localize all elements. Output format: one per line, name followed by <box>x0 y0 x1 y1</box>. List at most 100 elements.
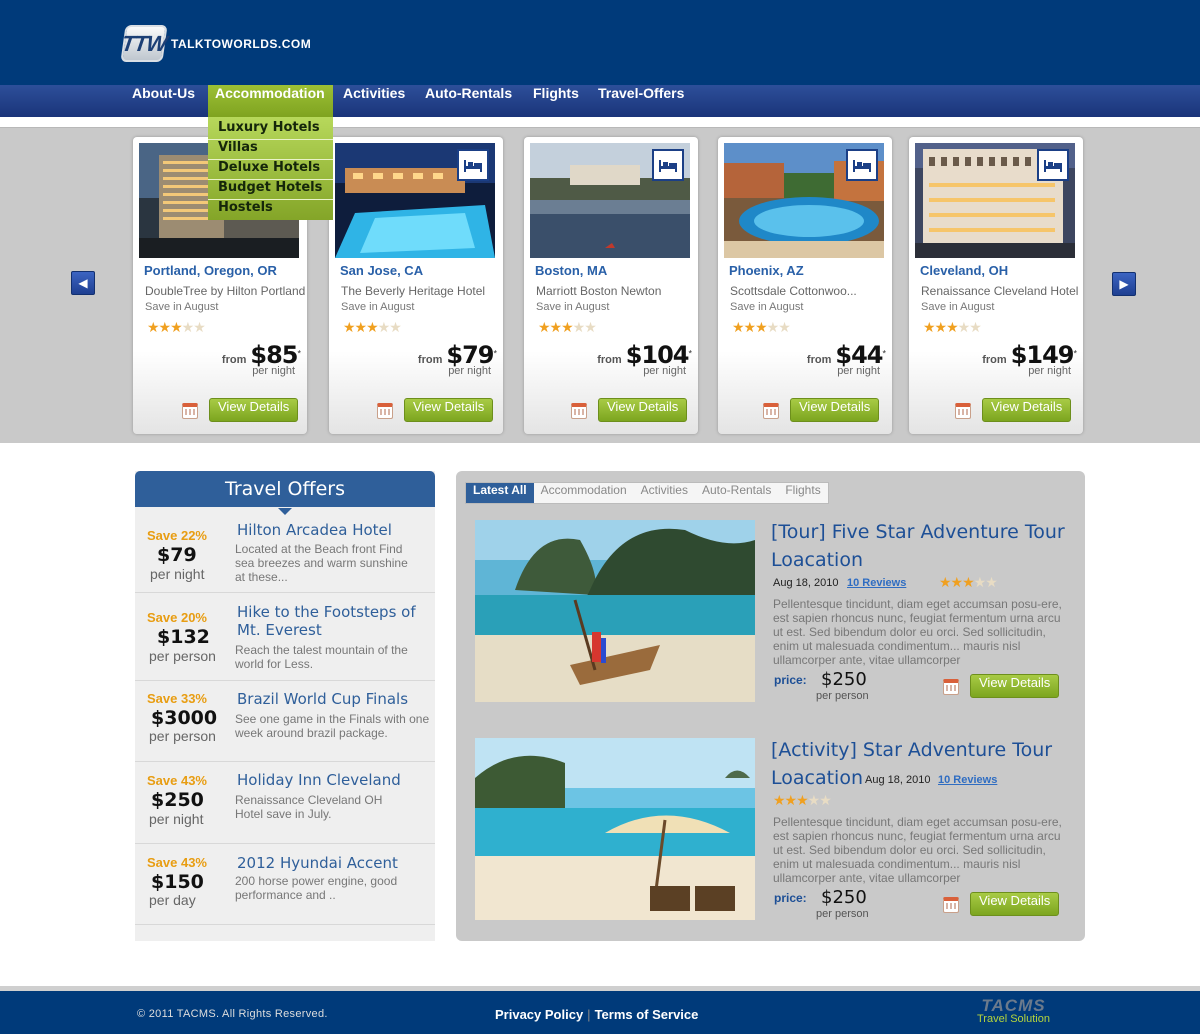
card-city[interactable]: Portland, Oregon, OR <box>144 263 277 278</box>
offer-unit: per day <box>149 892 196 908</box>
card-price: from $79* per night <box>418 341 497 377</box>
offer-price: $132 <box>157 626 210 648</box>
card-price: from $44* per night <box>807 341 886 377</box>
price-unit: per night <box>448 365 491 377</box>
star-rating: ★★★★★ <box>147 319 206 335</box>
card-save-note: Save in August <box>536 301 610 313</box>
hotel-bed-icon <box>1037 149 1069 181</box>
hotel-photo[interactable] <box>335 143 495 258</box>
view-details-button[interactable]: View Details <box>970 674 1060 698</box>
dropdown-item-villas[interactable]: Villas <box>208 140 333 160</box>
calendar-icon[interactable] <box>571 403 587 419</box>
offer-title[interactable]: Brazil World Cup Finals <box>237 690 427 708</box>
from-label: from <box>982 354 1007 366</box>
offer-item: Save 43% $250 per night Holiday Inn Clev… <box>135 762 435 844</box>
dropdown-item-hostels[interactable]: Hostels <box>208 200 333 220</box>
offer-price: $150 <box>151 871 204 893</box>
view-details-button[interactable]: View Details <box>598 398 688 422</box>
card-price: from $149* per night <box>982 341 1077 377</box>
carousel-next-arrow-icon[interactable]: ▶ <box>1112 272 1136 296</box>
terms-of-service-link[interactable]: Terms of Service <box>595 1007 699 1022</box>
hotel-card: Phoenix, AZ Scottsdale Cottonwoo... Save… <box>718 137 892 434</box>
hotel-photo[interactable] <box>724 143 884 258</box>
main-nav: About-Us Accommodation Activities Auto-R… <box>0 85 1200 117</box>
offer-item: Save 22% $79 per night Hilton Arcadea Ho… <box>135 507 435 593</box>
article-photo[interactable] <box>475 738 755 920</box>
card-save-note: Save in August <box>730 301 804 313</box>
offer-unit: per person <box>149 728 216 744</box>
nav-item-travel-offers[interactable]: Travel-Offers <box>591 85 691 117</box>
offer-title[interactable]: Holiday Inn Cleveland <box>237 771 427 789</box>
offer-save: Save 43% <box>147 855 207 870</box>
offer-title[interactable]: Hike to the Footsteps of Mt. Everest <box>237 603 427 639</box>
offer-save: Save 22% <box>147 528 207 543</box>
dropdown-item-deluxe-hotels[interactable]: Deluxe Hotels <box>208 160 333 180</box>
card-hotel-name: Renaissance Cleveland Hotel <box>921 284 1079 298</box>
dropdown-item-budget-hotels[interactable]: Budget Hotels <box>208 180 333 200</box>
offer-title[interactable]: 2012 Hyundai Accent <box>237 854 427 872</box>
tab-activities[interactable]: Activities <box>634 483 695 503</box>
price-asterisk: * <box>882 348 886 359</box>
dropdown-item-luxury-hotels[interactable]: Luxury Hotels <box>208 120 333 140</box>
price-unit: per night <box>837 365 880 377</box>
calendar-icon[interactable] <box>955 403 971 419</box>
logo-text: TALKTOWORLDS.COM <box>171 36 312 51</box>
article-body: Pellentesque tincidunt, diam eget accums… <box>773 815 1062 885</box>
article-item: [Activity] Star Adventure Tour Loacation… <box>475 738 1075 920</box>
star-rating: ★★★★★ <box>538 319 597 335</box>
view-details-button[interactable]: View Details <box>790 398 880 422</box>
card-save-note: Save in August <box>145 301 219 313</box>
tab-accommodation[interactable]: Accommodation <box>534 483 634 503</box>
article-date: Aug 18, 2010 <box>865 774 931 786</box>
view-details-button[interactable]: View Details <box>970 892 1060 916</box>
tab-auto-rentals[interactable]: Auto-Rentals <box>695 483 778 503</box>
star-rating: ★★★★★ <box>923 319 982 335</box>
offer-item: Save 33% $3000 per person Brazil World C… <box>135 681 435 762</box>
card-city[interactable]: Phoenix, AZ <box>729 263 804 278</box>
from-label: from <box>597 354 622 366</box>
site-logo[interactable]: TTW TALKTOWORLDS.COM <box>120 25 312 62</box>
offer-title[interactable]: Hilton Arcadea Hotel <box>237 521 427 539</box>
price-asterisk: * <box>493 348 497 359</box>
article-photo[interactable] <box>475 520 755 702</box>
calendar-icon[interactable] <box>182 403 198 419</box>
hotel-photo[interactable] <box>530 143 690 258</box>
price-label: price: <box>774 891 807 905</box>
calendar-icon[interactable] <box>943 897 959 913</box>
card-price: from $85* per night <box>222 341 301 377</box>
tab-latest-all[interactable]: Latest All <box>466 483 534 503</box>
view-details-button[interactable]: View Details <box>209 398 299 422</box>
carousel-prev-arrow-icon[interactable]: ◀ <box>71 271 95 295</box>
nav-item-accommodation[interactable]: Accommodation <box>208 85 333 117</box>
calendar-icon[interactable] <box>377 403 393 419</box>
view-details-button[interactable]: View Details <box>982 398 1072 422</box>
offer-price: $3000 <box>151 707 218 729</box>
calendar-icon[interactable] <box>943 679 959 695</box>
hotel-photo[interactable] <box>915 143 1075 258</box>
card-hotel-name: Scottsdale Cottonwoo... <box>730 284 857 298</box>
calendar-icon[interactable] <box>763 403 779 419</box>
from-label: from <box>806 354 832 366</box>
article-reviews-link[interactable]: 10 Reviews <box>847 577 906 589</box>
tab-flights[interactable]: Flights <box>778 483 827 503</box>
nav-item-flights[interactable]: Flights <box>526 85 586 117</box>
accommodation-dropdown: Luxury Hotels Villas Deluxe Hotels Budge… <box>208 117 333 220</box>
nav-item-activities[interactable]: Activities <box>336 85 412 117</box>
price-unit: per night <box>252 365 295 377</box>
card-city[interactable]: Boston, MA <box>535 263 607 278</box>
privacy-policy-link[interactable]: Privacy Policy <box>495 1007 583 1022</box>
offer-description: Reach the talest mountain of the world f… <box>235 643 408 671</box>
article-title[interactable]: [Tour] Five Star Adventure Tour Loacatio… <box>771 518 1071 574</box>
card-city[interactable]: Cleveland, OH <box>920 263 1008 278</box>
nav-item-about-us[interactable]: About-Us <box>125 85 202 117</box>
view-details-button[interactable]: View Details <box>404 398 494 422</box>
price-label: price: <box>774 673 807 687</box>
offer-save: Save 20% <box>147 610 207 625</box>
star-rating: ★★★★★ <box>732 319 791 335</box>
nav-item-auto-rentals[interactable]: Auto-Rentals <box>418 85 519 117</box>
card-hotel-name: DoubleTree by Hilton Portland <box>145 284 306 298</box>
card-city[interactable]: San Jose, CA <box>340 263 423 278</box>
price-asterisk: * <box>297 348 301 359</box>
article-reviews-link[interactable]: 10 Reviews <box>938 774 997 786</box>
article-price: $250 <box>821 887 867 908</box>
